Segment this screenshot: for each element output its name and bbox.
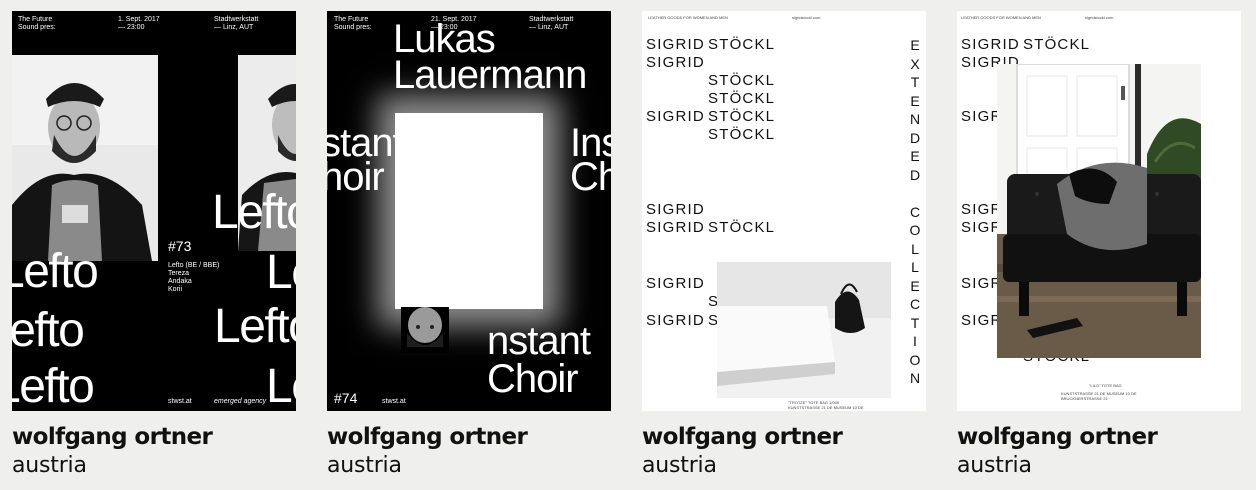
poster-bottom-line1: nstant	[487, 319, 591, 363]
poster-footer-url: stwst.at	[168, 398, 192, 405]
poster-footer-url: stwst.at	[382, 398, 406, 405]
designer-country: austria	[12, 453, 87, 478]
poster-header-url: sigridstockl.com	[1085, 15, 1114, 20]
poster-word: SIGRID	[646, 36, 705, 53]
poster-word: STÖCKL	[708, 90, 776, 107]
poster-header-left: The Future Sound pres:	[18, 16, 56, 31]
vertical-letter: O	[909, 222, 921, 238]
project-thumbnail-lauermann-poster[interactable]: The Future Sound pres: 21. Sept. 2017 — …	[327, 11, 611, 411]
project-card[interactable]: The Future Sound pres: 21. Sept. 2017 — …	[327, 11, 611, 481]
vertical-letter: E	[910, 148, 920, 164]
poster-big-word: Lefto	[12, 245, 99, 298]
poster-word: STÖCKL	[708, 72, 776, 89]
product-photo-sofa	[997, 64, 1201, 358]
poster-caption: "LILO" TOTE BAG	[1089, 383, 1122, 388]
project-thumbnail-stockl-collection[interactable]: LEATHER GOODS FOR WOMEN AND MEN sigridst…	[642, 11, 926, 411]
poster-word: STÖCKL	[708, 126, 776, 143]
vertical-letter: X	[910, 55, 920, 72]
poster-fragment: hoir	[327, 155, 385, 199]
vertical-letter: D	[909, 166, 921, 183]
poster-bottom-line2: Choir	[487, 357, 579, 401]
poster-word: SIGRID	[646, 54, 705, 71]
poster-header-date: 1. Sept. 2017 — 23:00	[118, 16, 160, 31]
poster-header-left: LEATHER GOODS FOR WOMEN AND MEN	[961, 15, 1041, 20]
vertical-letter: C	[909, 203, 921, 220]
poster-big-word: Lefto	[214, 300, 296, 353]
designer-country: austria	[957, 453, 1032, 478]
poster-header-left: LEATHER GOODS FOR WOMEN AND MEN	[648, 15, 728, 20]
vertical-letter: C	[909, 296, 921, 312]
poster-header-venue: Stadtwerkstatt — Linz, AUT	[214, 16, 259, 31]
poster-word: SIGRID	[646, 312, 705, 329]
product-photo-bag	[717, 262, 891, 398]
poster-word: SIGRID	[961, 36, 1020, 53]
vertical-letter: T	[910, 314, 920, 331]
vertical-letter: L	[911, 240, 919, 257]
vertical-collection-text: EXTENDED COLLECTION	[908, 36, 922, 388]
poster-lineup: Lefto (BE / BBE) Tereza Andaka Korii	[168, 262, 220, 293]
vertical-letter: L	[911, 259, 919, 275]
poster-word: SIGRID	[646, 108, 705, 125]
glow-panel	[395, 113, 543, 309]
poster-header-venue: Stadtwerkstatt — Linz, AUT	[529, 16, 574, 31]
project-card[interactable]: LEATHER GOODS FOR WOMEN AND MEN sigridst…	[642, 11, 926, 481]
vertical-letter: E	[910, 277, 920, 294]
poster-title-line2: Lauermann	[393, 53, 587, 97]
vertical-letter: E	[910, 37, 920, 53]
project-card[interactable]: LEATHER GOODS FOR WOMEN AND MEN sigridst…	[957, 11, 1241, 481]
poster-big-word: Lefto	[12, 304, 85, 357]
vertical-letter: N	[909, 111, 921, 127]
project-thumbnail-stockl-sofa[interactable]: LEATHER GOODS FOR WOMEN AND MEN sigridst…	[957, 11, 1241, 411]
poster-number: #74	[334, 390, 358, 406]
vertical-letter	[908, 184, 922, 203]
designer-name[interactable]: wolfgang ortner	[957, 423, 1241, 451]
project-card[interactable]: The Future Sound pres: 1. Sept. 2017 — 2…	[12, 11, 296, 481]
designer-country: austria	[327, 453, 402, 478]
vertical-letter: I	[913, 333, 917, 349]
vertical-letter: D	[909, 129, 921, 146]
poster-big-word: Lefto	[266, 360, 296, 411]
poster-number: #73	[168, 238, 192, 254]
designer-name[interactable]: wolfgang ortner	[327, 423, 611, 451]
poster-footer: "TROTZE" TOTE BAG 1/000 KUNSTSTRASSE 21 …	[788, 400, 864, 411]
designer-country: austria	[642, 453, 717, 478]
vertical-letter: N	[909, 370, 921, 386]
designer-name[interactable]: wolfgang ortner	[642, 423, 926, 451]
poster-footer: KUNSTSTRASSE 21 DE MUSEUM 10 DE BRUCKNER…	[1061, 391, 1137, 401]
vertical-letter: T	[910, 74, 920, 90]
poster-big-word: Lefto	[12, 360, 95, 411]
portrait-photo	[12, 55, 158, 261]
poster-word: STÖCKL	[1023, 36, 1091, 53]
vertical-letter: E	[910, 92, 920, 109]
poster-big-word: Lefto	[212, 186, 296, 239]
poster-word: STÖCKL	[708, 108, 776, 125]
poster-word: SIGRID	[646, 219, 705, 236]
poster-footer-agency: emerged agency	[214, 398, 267, 405]
poster-header-left: The Future Sound pres:	[334, 16, 372, 31]
poster-word: SIGRID	[646, 201, 705, 218]
poster-header-url: sigridstockl.com	[792, 15, 821, 20]
designer-name[interactable]: wolfgang ortner	[12, 423, 296, 451]
poster-word: SIGRID	[646, 275, 705, 292]
inverted-face-photo	[401, 307, 449, 353]
poster-word: STÖCKL	[708, 219, 776, 236]
poster-fragment: Ch	[570, 155, 611, 199]
poster-word: STÖCKL	[708, 36, 776, 53]
vertical-letter: O	[909, 351, 921, 368]
poster-big-word: Lefto	[266, 246, 296, 299]
project-thumbnail-lefto-poster[interactable]: The Future Sound pres: 1. Sept. 2017 — 2…	[12, 11, 296, 411]
